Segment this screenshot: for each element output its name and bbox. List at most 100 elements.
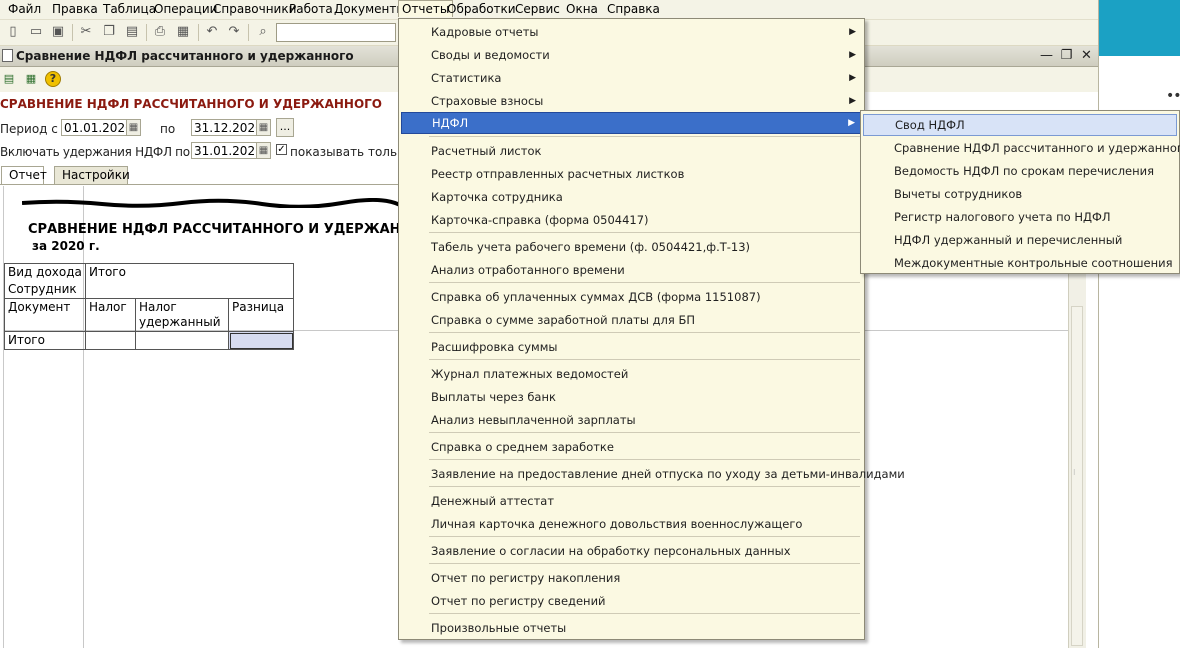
ndfl-submenu: Свод НДФЛ Сравнение НДФЛ рассчитанного и… bbox=[860, 110, 1180, 274]
submenu-arrow-icon: ▶ bbox=[849, 73, 856, 83]
menu-help[interactable]: Справка bbox=[607, 2, 660, 16]
menu-processing[interactable]: Обработки bbox=[447, 2, 516, 16]
table-header-cell[interactable]: Документ bbox=[4, 298, 86, 332]
menu-service[interactable]: Сервис bbox=[515, 2, 560, 16]
table-cell[interactable] bbox=[85, 331, 136, 350]
calendar-icon[interactable]: ▦ bbox=[256, 119, 271, 136]
restore-icon[interactable]: ❐ bbox=[1058, 47, 1075, 64]
minimize-icon[interactable]: — bbox=[1038, 47, 1055, 64]
paste-icon[interactable]: ▤ bbox=[124, 24, 140, 40]
table-cell[interactable]: Вид дохода bbox=[4, 263, 86, 281]
menu-work[interactable]: Работа bbox=[289, 2, 333, 16]
menu-item[interactable]: Карточка-справка (форма 0504417) bbox=[401, 209, 862, 231]
menu-item[interactable]: Реестр отправленных расчетных листков bbox=[401, 163, 862, 185]
menu-item[interactable]: Отчет по регистру накопления bbox=[401, 567, 862, 589]
menu-bar: Файл Правка Таблица Операции Справочники… bbox=[0, 0, 1098, 20]
menu-item[interactable]: Произвольные отчеты bbox=[401, 617, 862, 639]
period-from-field[interactable]: 01.01.2020 bbox=[61, 119, 133, 136]
help-icon[interactable]: ? bbox=[45, 71, 61, 87]
menu-separator bbox=[429, 332, 860, 333]
cut-icon[interactable]: ✂ bbox=[78, 24, 94, 40]
period-to-field[interactable]: 31.12.2020 bbox=[191, 119, 263, 136]
table-cell[interactable]: Сотрудник bbox=[4, 281, 86, 299]
menu-item[interactable]: Справка о среднем заработке bbox=[401, 436, 862, 458]
selected-cell[interactable] bbox=[228, 331, 294, 350]
menu-item[interactable]: Денежный аттестат bbox=[401, 490, 862, 512]
menu-item[interactable]: Анализ невыплаченной зарплаты bbox=[401, 409, 862, 431]
show-only-checkbox[interactable]: ✓ bbox=[276, 144, 287, 155]
calendar-icon[interactable]: ▦ bbox=[126, 119, 141, 136]
table-header-cell[interactable]: Разница bbox=[228, 298, 294, 332]
menu-item[interactable]: Заявление о согласии на обработку персон… bbox=[401, 540, 862, 562]
open-folder-icon[interactable]: ▭ bbox=[28, 24, 44, 40]
search-icon[interactable]: ⌕ bbox=[255, 24, 271, 40]
save-icon[interactable]: ▣ bbox=[50, 24, 66, 40]
menu-item[interactable]: Журнал платежных ведомостей bbox=[401, 363, 862, 385]
print-preview-icon[interactable]: ▦ bbox=[175, 24, 191, 40]
menu-item[interactable]: Расчетный листок bbox=[401, 140, 862, 162]
menu-edit[interactable]: Правка bbox=[52, 2, 98, 16]
menu-table[interactable]: Таблица bbox=[103, 2, 156, 16]
menu-item[interactable]: Отчет по регистру сведений bbox=[401, 590, 862, 612]
table-header-cell[interactable]: Налог bbox=[85, 298, 136, 332]
close-icon[interactable]: ✕ bbox=[1078, 47, 1095, 64]
print-icon[interactable]: ⎙ bbox=[152, 24, 168, 40]
submenu-arrow-icon: ▶ bbox=[848, 118, 855, 128]
redo-icon[interactable]: ↷ bbox=[226, 24, 242, 40]
menu-item[interactable]: Междокументные контрольные соотношения bbox=[863, 252, 1177, 274]
menu-operations[interactable]: Операции bbox=[154, 2, 217, 16]
menu-item[interactable]: Выплаты через банк bbox=[401, 386, 862, 408]
menu-item[interactable]: Карточка сотрудника bbox=[401, 186, 862, 208]
menu-windows[interactable]: Окна bbox=[566, 2, 598, 16]
menu-item[interactable]: Ведомость НДФЛ по срокам перечисления bbox=[863, 160, 1177, 182]
menu-item[interactable]: Заявление на предоставление дней отпуска… bbox=[401, 463, 905, 485]
menu-item-summaries[interactable]: Своды и ведомости ▶ bbox=[401, 44, 862, 66]
tab-report[interactable]: Отчет bbox=[1, 166, 47, 185]
table-cell[interactable] bbox=[135, 331, 229, 350]
menu-item-ndfl-summary[interactable]: Свод НДФЛ bbox=[863, 114, 1177, 136]
toolbar-separator bbox=[146, 24, 147, 41]
reports-menu: Кадровые отчеты ▶ Своды и ведомости ▶ Стат… bbox=[398, 18, 905, 640]
desktop-background bbox=[1098, 0, 1180, 56]
calendar-icon[interactable]: ▦ bbox=[256, 142, 271, 159]
menu-separator bbox=[429, 486, 860, 487]
toolbar-separator bbox=[198, 24, 199, 41]
menu-item[interactable]: Личная карточка денежного довольствия во… bbox=[401, 513, 862, 535]
menu-reports[interactable]: Отчеты bbox=[398, 0, 454, 17]
undo-icon[interactable]: ↶ bbox=[204, 24, 220, 40]
menu-item[interactable]: Справка о сумме заработной платы для БП bbox=[401, 309, 862, 331]
new-document-icon[interactable]: ▯ bbox=[5, 24, 21, 40]
submenu-arrow-icon: ▶ bbox=[849, 50, 856, 60]
menu-item-statistics[interactable]: Статистика ▶ bbox=[401, 67, 862, 89]
menu-item-hr-reports[interactable]: Кадровые отчеты ▶ bbox=[401, 21, 862, 43]
period-select-button[interactable]: ... bbox=[276, 118, 294, 137]
tab-settings[interactable]: Настройки bbox=[54, 166, 130, 184]
menu-documents[interactable]: Документы bbox=[334, 2, 406, 16]
table-cell[interactable] bbox=[85, 281, 294, 299]
menu-item-ndfl[interactable]: НДФЛ ▶ bbox=[401, 112, 862, 134]
period-to-label: по bbox=[160, 122, 176, 136]
submenu-arrow-icon: ▶ bbox=[849, 96, 856, 106]
table-header-cell[interactable]: Налог удержанный bbox=[135, 298, 229, 332]
table-cell[interactable]: Итого bbox=[85, 263, 294, 281]
search-input[interactable] bbox=[276, 23, 396, 42]
menu-item[interactable]: Анализ отработанного времени bbox=[401, 259, 862, 281]
menu-item[interactable]: Табель учета рабочего времени (ф. 050442… bbox=[401, 236, 862, 258]
menu-item[interactable]: Регистр налогового учета по НДФЛ bbox=[863, 206, 1177, 228]
menu-item[interactable]: Расшифровка суммы bbox=[401, 336, 862, 358]
table-cell[interactable]: Итого bbox=[4, 331, 86, 350]
redacted-organization-name bbox=[22, 198, 400, 208]
menu-catalogs[interactable]: Справочники bbox=[213, 2, 296, 16]
generate-report-icon[interactable]: ▤ bbox=[1, 71, 17, 87]
menu-item[interactable]: Справка об уплаченных суммах ДСВ (форма … bbox=[401, 286, 862, 308]
copy-icon[interactable]: ❐ bbox=[101, 24, 117, 40]
menu-file[interactable]: Файл bbox=[8, 2, 41, 16]
menu-item[interactable]: Вычеты сотрудников bbox=[863, 183, 1177, 205]
menu-item-insurance[interactable]: Страховые взносы ▶ bbox=[401, 90, 862, 112]
menu-item[interactable]: Сравнение НДФЛ рассчитанного и удержанно… bbox=[863, 137, 1180, 159]
withhold-date-field[interactable]: 31.01.2021 bbox=[191, 142, 263, 159]
menu-item[interactable]: НДФЛ удержанный и перечисленный bbox=[863, 229, 1177, 251]
menu-separator bbox=[429, 563, 860, 564]
settings-report-icon[interactable]: ▦ bbox=[23, 71, 39, 87]
submenu-arrow-icon: ▶ bbox=[849, 27, 856, 37]
